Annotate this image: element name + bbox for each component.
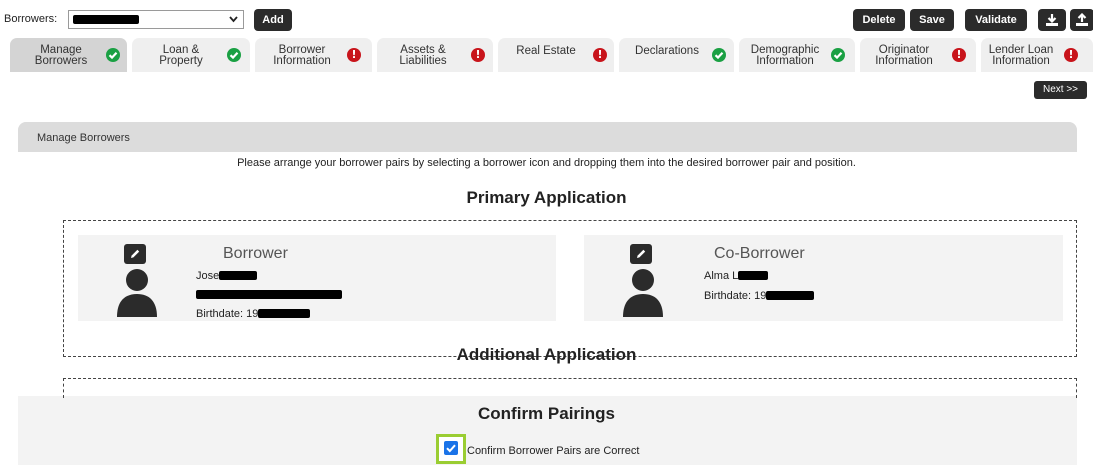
tab-label: Borrower Information [273,44,331,67]
edit-borrower-button[interactable] [124,244,146,264]
tab-real-estate[interactable]: Real Estate ! [498,38,614,72]
redacted-text [196,290,342,299]
coborrower-role-label: Co-Borrower [714,245,805,262]
upload-icon [1076,12,1088,26]
primary-application-title: Primary Application [466,188,627,207]
coborrower-card[interactable]: Co-Borrower Alma L Birthdate: 19 [584,235,1063,321]
error-icon: ! [347,48,361,62]
tab-label: Assets & Liabilities [399,44,447,67]
coborrower-birthdate: Birthdate: 19 [704,290,815,302]
tab-label: Manage Borrowers [34,44,88,67]
confirm-pairings-title: Confirm Pairings [478,404,615,423]
confirm-pairs-label[interactable]: Confirm Borrower Pairs are Correct [467,445,639,457]
tab-borrower-information[interactable]: Borrower Information ! [255,38,372,72]
tab-label: Loan & Property [159,44,203,67]
tab-assets-liabilities[interactable]: Assets & Liabilities ! [377,38,493,72]
tab-label: Originator Information [875,44,933,67]
redacted-text [219,271,258,280]
error-icon: ! [1064,48,1078,62]
upload-button[interactable] [1070,9,1093,31]
chevron-down-icon [229,11,238,34]
additional-application-dropzone[interactable] [63,378,1077,398]
borrower-card[interactable]: Borrower Jose Birthdate: 19 [78,235,556,321]
redacted-borrower-name [73,15,139,24]
tab-originator-information[interactable]: Originator Information ! [860,38,976,72]
additional-application-title: Additional Application [456,345,637,364]
panel-header: Manage Borrowers [18,122,1077,152]
redacted-text [258,309,311,318]
check-icon [106,48,120,62]
person-icon[interactable] [116,267,158,317]
edit-coborrower-button[interactable] [630,244,652,264]
validate-button[interactable]: Validate [965,9,1027,31]
check-icon [227,48,241,62]
delete-button[interactable]: Delete [853,9,905,31]
person-icon[interactable] [622,267,664,317]
borrowers-select[interactable] [68,10,244,29]
borrower-address [196,290,342,302]
tab-label: Lender Loan Information [988,44,1054,67]
tab-label: Real Estate [516,45,576,57]
top-toolbar: Borrowers: Add Delete Save Validate [0,8,1093,32]
redacted-text [766,291,815,300]
download-icon [1046,14,1058,26]
pencil-icon [637,249,646,258]
tab-label: Declarations [635,45,699,57]
borrower-name: Jose [196,270,258,282]
error-icon: ! [471,48,485,62]
add-button[interactable]: Add [254,9,292,31]
borrowers-label: Borrowers: [4,13,58,25]
borrower-birthdate: Birthdate: 19 [196,308,311,320]
borrower-role-label: Borrower [223,245,288,262]
tab-label: Demographic Information [750,44,820,67]
checkbox-checked-icon [444,441,458,455]
check-icon [831,48,845,62]
check-icon [712,48,726,62]
tab-lender-loan-information[interactable]: Lender Loan Information ! [981,38,1093,72]
instruction-text: Please arrange your borrower pairs by se… [237,157,856,169]
error-icon: ! [593,48,607,62]
tab-declarations[interactable]: Declarations [619,38,734,72]
redacted-text [738,271,769,280]
tab-loan-property[interactable]: Loan & Property [132,38,250,72]
pencil-icon [131,249,140,258]
confirm-pairs-checkbox[interactable] [436,434,466,464]
tab-demographic-information[interactable]: Demographic Information [739,38,855,72]
save-button[interactable]: Save [910,9,954,31]
next-button[interactable]: Next >> [1034,81,1087,99]
panel-title: Manage Borrowers [37,132,130,144]
download-button[interactable] [1038,9,1066,31]
tab-manage-borrowers[interactable]: Manage Borrowers [10,38,127,72]
coborrower-name: Alma L [704,270,769,282]
error-icon: ! [952,48,966,62]
